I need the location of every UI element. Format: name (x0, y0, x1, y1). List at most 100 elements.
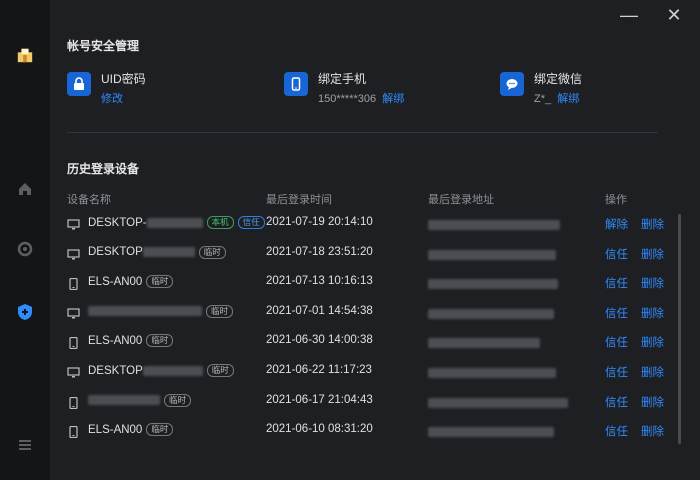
app-logo-icon[interactable] (16, 46, 34, 64)
monitor-icon (67, 307, 80, 319)
account-security-title: 帐号安全管理 (67, 39, 140, 53)
login-history-title: 历史登录设备 (67, 162, 140, 176)
delete-link[interactable]: 删除 (641, 305, 664, 321)
temporary-badge: 临时 (206, 364, 234, 377)
last-login-time: 2021-06-30 14:00:38 (266, 334, 373, 347)
uid-password-label: UID密码 (101, 72, 146, 86)
redacted-device-name (146, 217, 203, 228)
delete-link[interactable]: 删除 (641, 394, 664, 410)
device-name: DESKTOP 临时 (88, 245, 226, 259)
unbind-phone-link[interactable]: 解绑 (382, 93, 404, 105)
device-name-text: DESKTOP (88, 364, 143, 377)
section-divider (67, 132, 658, 133)
phone-icon (67, 336, 80, 350)
table-row: DESKTOP- 本机 信任 2021-07-19 20:14:10 解除 删除 (50, 212, 700, 236)
circle-icon[interactable] (16, 240, 34, 258)
column-header-actions: 操作 (605, 194, 627, 206)
redacted-address (428, 335, 540, 349)
last-login-time: 2021-06-22 11:17:23 (266, 364, 372, 376)
delete-link[interactable]: 删除 (641, 216, 664, 232)
device-name: 临时 (88, 304, 234, 318)
wechat-name: Z*_ (534, 93, 552, 105)
sidebar (0, 0, 50, 480)
last-login-time: 2021-06-17 21:04:43 (266, 393, 373, 406)
trust-link[interactable]: 信任 (605, 246, 628, 262)
temporary-badge: 临时 (146, 275, 174, 289)
phone-icon (67, 277, 80, 291)
column-header-time: 最后登录时间 (266, 194, 332, 206)
monitor-icon (67, 218, 80, 230)
monitor-icon (67, 248, 80, 260)
lock-icon (67, 72, 91, 96)
redacted-device-name (88, 306, 202, 317)
trust-link[interactable]: 信任 (605, 334, 628, 350)
device-name-text: ELS-AN00 (88, 275, 143, 288)
monitor-icon (67, 366, 80, 378)
trust-link[interactable]: 信任 (605, 364, 628, 380)
device-name-text: DESKTOP- (88, 216, 147, 229)
minimize-button[interactable]: — (620, 6, 638, 24)
trust-link[interactable]: 信任 (605, 394, 628, 410)
table-row: DESKTOP 临时 2021-07-18 23:51:20 信任 删除 (50, 242, 700, 266)
minimize-icon: — (620, 5, 638, 25)
delete-link[interactable]: 删除 (641, 275, 664, 291)
trust-link[interactable]: 信任 (605, 275, 628, 291)
device-name: ELS-AN00 临时 (88, 275, 174, 289)
last-login-time: 2021-07-18 23:51:20 (266, 245, 373, 258)
shield-plus-icon[interactable] (16, 303, 34, 321)
redacted-address-blur (428, 427, 554, 438)
temporary-badge: 临时 (164, 393, 192, 407)
column-header-address: 最后登录地址 (428, 194, 494, 206)
redacted-address-blur (428, 338, 540, 349)
redacted-address (428, 306, 554, 319)
redacted-address (428, 395, 568, 408)
device-name: DESKTOP 临时 (88, 364, 234, 377)
redacted-address-blur (428, 249, 556, 260)
device-name: ELS-AN00 临时 (88, 334, 174, 348)
untrust-link[interactable]: 解除 (605, 216, 628, 232)
redacted-device-name (142, 365, 203, 376)
redacted-device-name (142, 247, 195, 258)
phone-icon (67, 396, 80, 409)
delete-link[interactable]: 删除 (641, 364, 664, 380)
table-row: 临时 2021-07-01 14:54:38 信任 删除 (50, 301, 700, 325)
redacted-address-blur (428, 308, 554, 319)
device-name: 临时 (88, 393, 192, 407)
last-login-time: 2021-07-13 10:16:13 (266, 275, 373, 288)
trusted-badge: 信任 (237, 216, 265, 229)
redacted-address (428, 276, 558, 290)
redacted-address (428, 424, 554, 438)
redacted-address-blur (428, 220, 560, 230)
home-icon[interactable] (16, 180, 34, 198)
last-login-time: 2021-06-10 08:31:20 (266, 423, 373, 436)
delete-link[interactable]: 删除 (641, 246, 664, 262)
table-row: ELS-AN00 临时 2021-07-13 10:16:13 信任 删除 (50, 271, 700, 295)
device-name: DESKTOP- 本机 信任 (88, 216, 265, 229)
temporary-badge: 临时 (146, 423, 174, 437)
table-row: 临时 2021-06-17 21:04:43 信任 删除 (50, 390, 700, 414)
trust-link[interactable]: 信任 (605, 423, 628, 439)
trust-link[interactable]: 信任 (605, 305, 628, 321)
redacted-address-blur (428, 397, 568, 408)
last-login-time: 2021-07-01 14:54:38 (266, 304, 373, 317)
scrollbar[interactable] (678, 214, 681, 444)
menu-icon[interactable] (16, 436, 34, 454)
device-name-text: DESKTOP (88, 246, 143, 259)
modify-password-link[interactable]: 修改 (101, 93, 123, 105)
close-button[interactable]: ✕ (665, 6, 683, 24)
unbind-wechat-link[interactable]: 解绑 (557, 93, 579, 105)
temporary-badge: 临时 (146, 334, 174, 348)
delete-link[interactable]: 删除 (641, 423, 664, 439)
device-name-text: ELS-AN00 (88, 334, 143, 347)
redacted-device-name (88, 395, 160, 406)
delete-link[interactable]: 删除 (641, 334, 664, 350)
phone-icon (284, 72, 308, 96)
phone-number: 150*****306 (318, 93, 377, 105)
temporary-badge: 临时 (198, 245, 226, 259)
temporary-badge: 临时 (206, 304, 234, 318)
bind-wechat-label: 绑定微信 (534, 72, 583, 86)
phone-icon (67, 425, 80, 439)
main-panel: — ✕ 帐号安全管理 UID密码 修改 绑定手机 150*****306 解绑 … (50, 0, 700, 480)
table-row: ELS-AN00 临时 2021-06-10 08:31:20 信任 删除 (50, 419, 700, 443)
wechat-icon (500, 72, 524, 96)
